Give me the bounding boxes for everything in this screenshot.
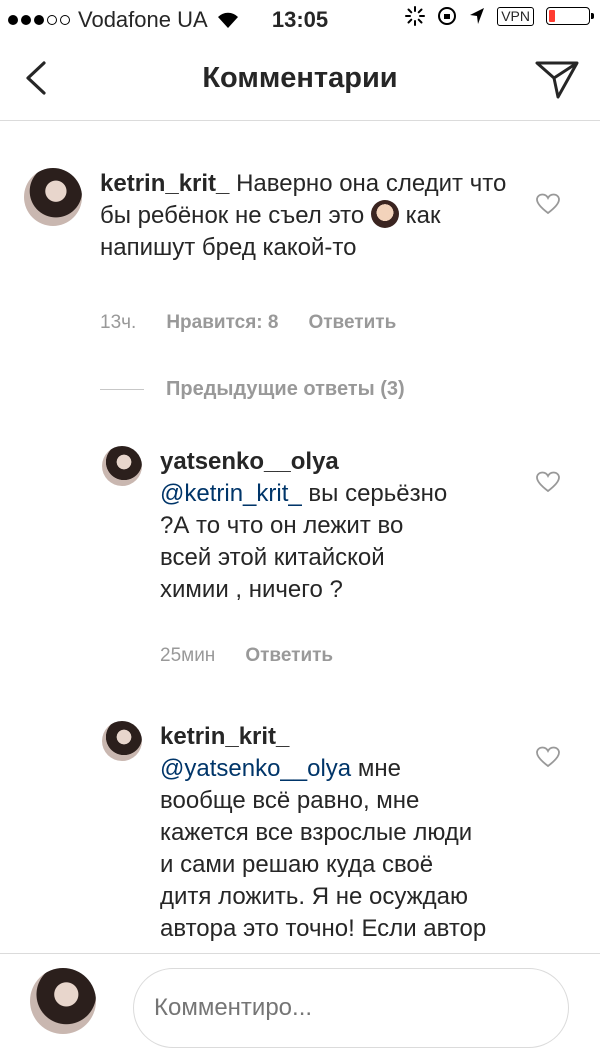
comment-time: 13ч.: [100, 312, 137, 333]
comment-body: ketrin_krit_ Наверно она следит что бы р…: [100, 168, 520, 264]
avatar[interactable]: [102, 721, 142, 761]
heart-icon[interactable]: [536, 193, 560, 215]
mention-link[interactable]: @ketrin_krit_: [160, 480, 302, 507]
loading-icon: [405, 6, 426, 26]
reply-meta: 25мин Ответить: [160, 645, 333, 667]
battery-icon: [546, 7, 594, 25]
divider: [100, 389, 144, 390]
previous-replies-toggle[interactable]: Предыдущие ответы (3): [100, 378, 405, 401]
heart-icon[interactable]: [536, 471, 560, 493]
woman-emoji-icon: [370, 200, 399, 228]
comment-composer: [0, 953, 600, 1064]
avatar[interactable]: [102, 446, 142, 486]
comment-username[interactable]: ketrin_krit_: [100, 170, 229, 197]
status-bar: Vodafone UA 13:05 VPN: [0, 0, 600, 38]
reply-button[interactable]: Ответить: [308, 312, 396, 334]
nav-header: Комментарии: [0, 38, 600, 121]
mention-link[interactable]: @yatsenko__olya: [160, 755, 351, 782]
vpn-badge: VPN: [497, 6, 534, 26]
reply-body: yatsenko__olya @ketrin_krit_ вы серьёзно…: [160, 446, 460, 606]
heart-icon[interactable]: [536, 746, 560, 768]
rotation-lock-icon: [438, 7, 457, 25]
status-right: VPN: [405, 6, 594, 26]
reply-button[interactable]: Ответить: [245, 645, 333, 667]
direct-send-icon[interactable]: [534, 58, 580, 100]
location-icon: [470, 8, 485, 24]
likes-count[interactable]: Нравится: 8: [166, 312, 278, 334]
reply-username[interactable]: ketrin_krit_: [160, 721, 490, 753]
battery-level: [549, 10, 556, 22]
page-title: Комментарии: [202, 62, 398, 94]
reply-body: ketrin_krit_ @yatsenko__olya мне вообще …: [160, 721, 490, 953]
my-avatar: [30, 968, 96, 1034]
reply-username[interactable]: yatsenko__olya: [160, 446, 460, 478]
reply-text: мне вообще всё равно, мне кажется все вз…: [160, 755, 487, 942]
comment-input[interactable]: [133, 968, 569, 1048]
reply-time: 25мин: [160, 645, 216, 666]
avatar[interactable]: [24, 168, 82, 226]
comment-meta: 13ч. Нравится: 8 Ответить: [100, 312, 396, 334]
previous-replies-label[interactable]: Предыдущие ответы (3): [166, 378, 405, 401]
